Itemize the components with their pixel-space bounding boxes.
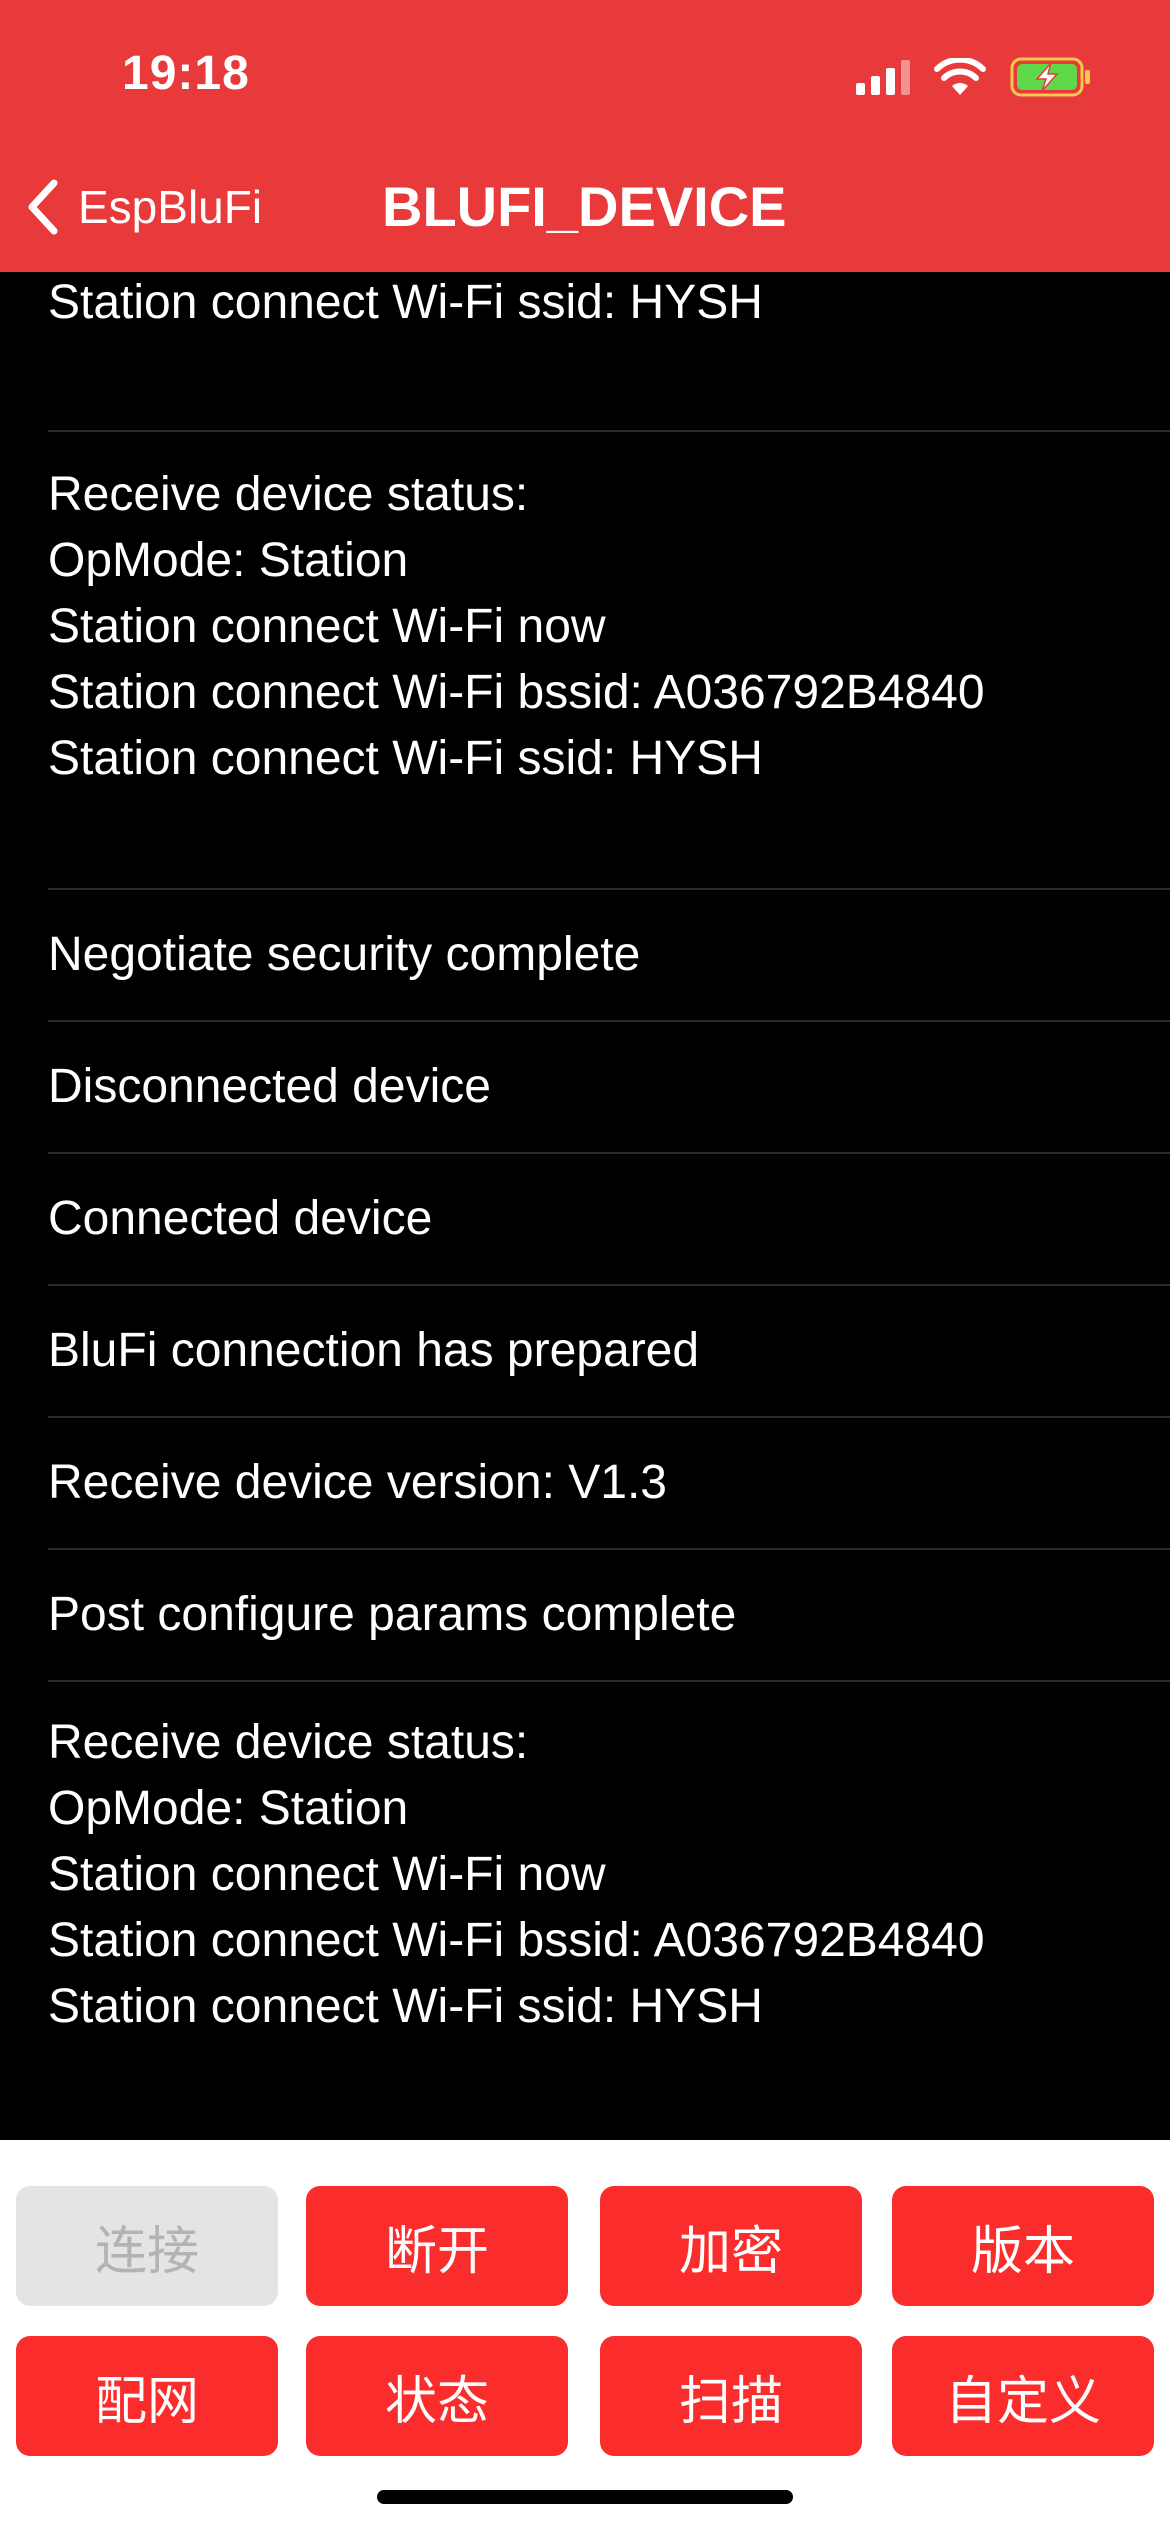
log-item: BluFi connection has prepared — [48, 1286, 1170, 1418]
connect-button-label: 连接 — [94, 2221, 199, 2282]
scan-button[interactable]: 扫描 — [600, 2336, 862, 2456]
log-item: Receive device status: OpMode: Station S… — [48, 1682, 1170, 2140]
log-text: Connected device — [48, 1192, 433, 1245]
custom-button[interactable]: 自定义 — [892, 2336, 1154, 2456]
wifi-icon — [934, 58, 986, 95]
log-item: Station connect Wi-Fi ssid: HYSH — [48, 272, 1170, 432]
encrypt-button-label: 加密 — [678, 2221, 783, 2282]
action-panel: 连接 断开 加密 版本 配网 状态 扫描 自定义 — [0, 2140, 1170, 2532]
page-title: BLUFI_DEVICE — [382, 175, 787, 238]
log-text: Receive device version: V1.3 — [48, 1456, 667, 1509]
status-button-label: 状态 — [384, 2371, 489, 2432]
log-list[interactable]: Station connect Wi-Fi ssid: HYSH Receive… — [0, 272, 1170, 2140]
battery-charging-icon — [1010, 57, 1090, 97]
log-item: Negotiate security complete — [48, 890, 1170, 1022]
configure-network-button-label: 配网 — [94, 2371, 199, 2432]
header: 19:18 EspBluFi BLUFI_DEVICE — [0, 0, 1170, 272]
log-text: Receive device status: OpMode: Station S… — [48, 1716, 985, 2033]
app-screen: 19:18 EspBluFi BLUFI_DEVICE Station conn… — [0, 0, 1170, 2532]
log-text: Station connect Wi-Fi ssid: HYSH — [48, 276, 763, 329]
log-text: Post configure params complete — [48, 1588, 737, 1641]
log-item: Receive device status: OpMode: Station S… — [48, 432, 1170, 890]
connect-button[interactable]: 连接 — [16, 2186, 278, 2306]
log-text: BluFi connection has prepared — [48, 1324, 700, 1377]
custom-button-label: 自定义 — [944, 2371, 1101, 2432]
chevron-left-icon — [28, 179, 58, 235]
disconnect-button-label: 断开 — [384, 2221, 489, 2282]
back-label: EspBluFi — [78, 181, 263, 233]
scan-button-label: 扫描 — [678, 2371, 783, 2432]
log-text: Negotiate security complete — [48, 928, 641, 981]
encrypt-button[interactable]: 加密 — [600, 2186, 862, 2306]
cellular-signal-icon — [856, 59, 910, 95]
log-text: Disconnected device — [48, 1060, 491, 1113]
log-text: Receive device status: OpMode: Station S… — [48, 468, 985, 785]
log-item: Receive device version: V1.3 — [48, 1418, 1170, 1550]
version-button-label: 版本 — [970, 2221, 1075, 2282]
log-item: Post configure params complete — [48, 1550, 1170, 1682]
log-item: Connected device — [48, 1154, 1170, 1286]
status-time: 19:18 — [122, 47, 250, 100]
log-item: Disconnected device — [48, 1022, 1170, 1154]
configure-network-button[interactable]: 配网 — [16, 2336, 278, 2456]
status-button[interactable]: 状态 — [306, 2336, 568, 2456]
back-button[interactable]: EspBluFi — [24, 172, 262, 242]
disconnect-button[interactable]: 断开 — [306, 2186, 568, 2306]
status-icons — [856, 52, 1092, 102]
home-indicator[interactable] — [377, 2490, 793, 2504]
version-button[interactable]: 版本 — [892, 2186, 1154, 2306]
